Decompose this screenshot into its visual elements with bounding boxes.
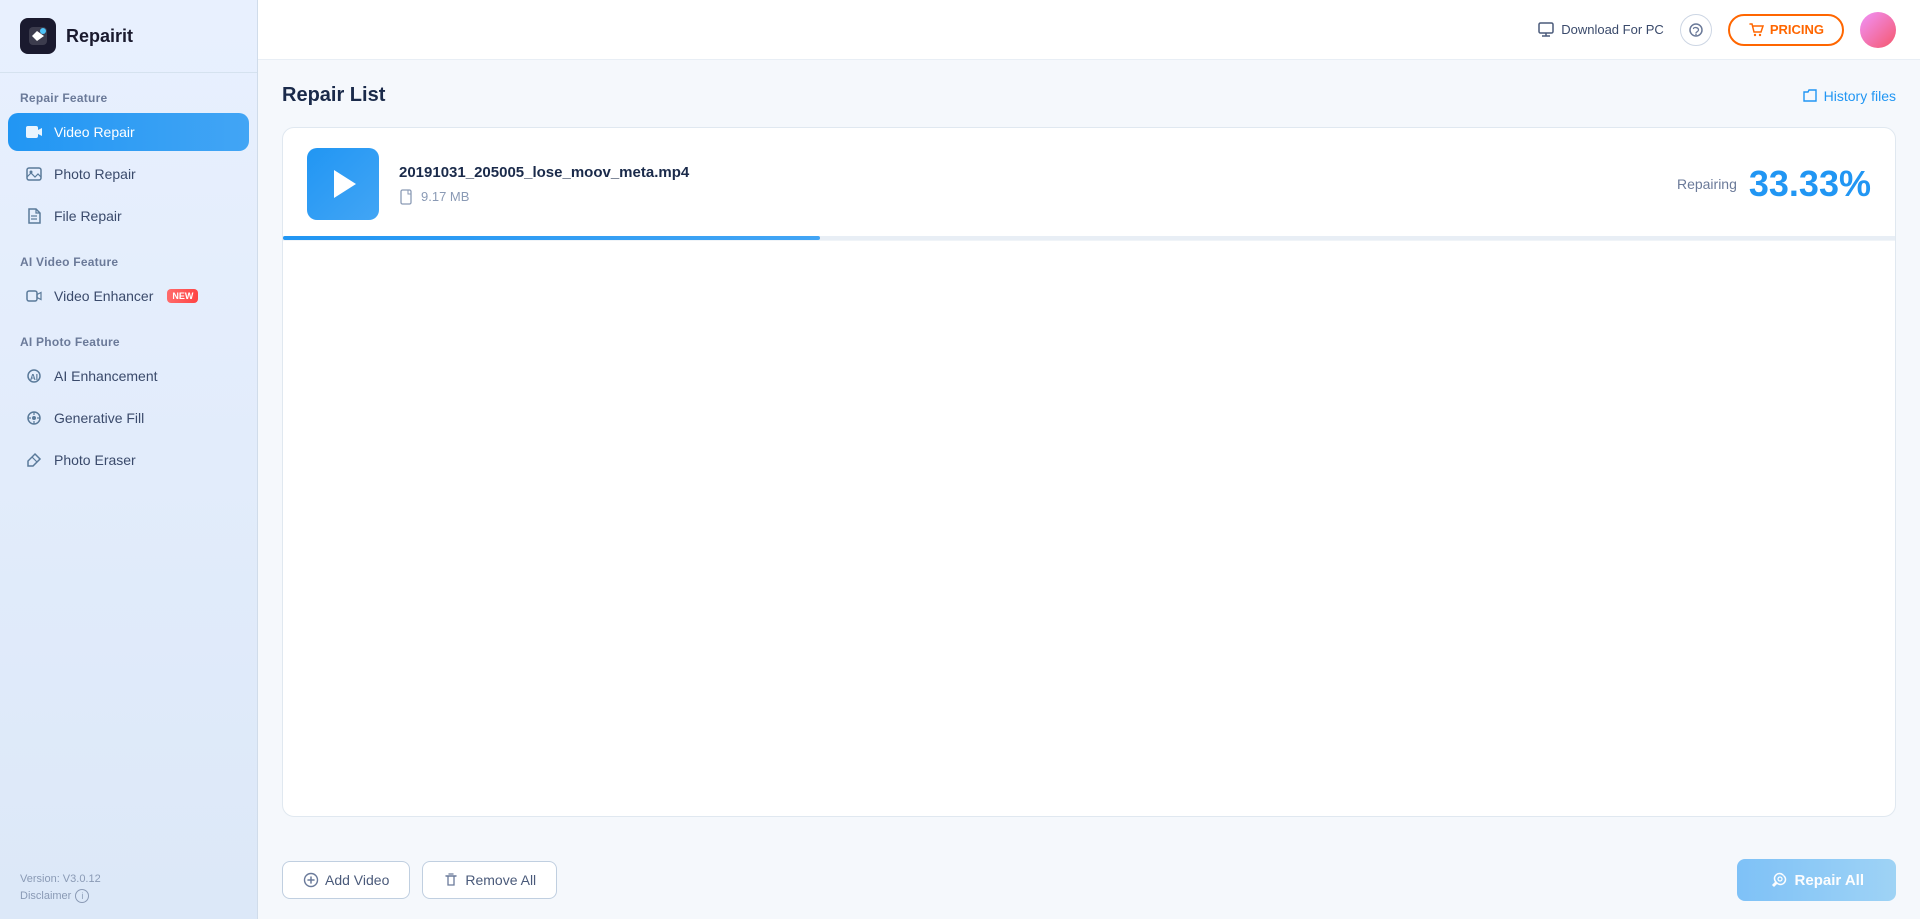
app-logo-icon [20,18,56,54]
photo-eraser-label: Photo Eraser [54,452,136,468]
sidebar-footer: Version: V3.0.12 Disclaimer i [0,857,257,919]
monitor-icon [1537,21,1555,39]
help-button[interactable] [1680,14,1712,46]
file-info: 20191031_205005_lose_moov_meta.mp4 9.17 … [399,164,1677,205]
page-title: Repair List [282,84,385,107]
trash-icon [443,872,459,888]
header: Download For PC PRICING [258,0,1920,60]
disclaimer-link[interactable]: Disclaimer i [20,889,237,903]
user-avatar[interactable] [1860,12,1896,48]
generative-fill-icon [24,408,44,428]
file-size-value: 9.17 MB [421,189,469,204]
file-repair-icon [24,206,44,226]
section-ai-video-label: AI Video Feature [0,237,257,275]
headset-icon [1688,22,1704,38]
sidebar-item-video-enhancer[interactable]: Video Enhancer NEW [8,277,249,315]
file-size-icon [399,189,415,205]
sidebar-item-video-repair[interactable]: Video Repair [8,113,249,151]
new-badge: NEW [167,289,198,303]
sidebar-item-ai-enhancement[interactable]: AI AI Enhancement [8,357,249,395]
cart-icon [1748,22,1764,38]
remove-all-label: Remove All [465,872,536,888]
sidebar-item-generative-fill[interactable]: Generative Fill [8,399,249,437]
photo-repair-icon [24,164,44,184]
content-area: Repair List History files 20191031_20500… [258,60,1920,841]
video-repair-icon [24,122,44,142]
sidebar-item-photo-eraser[interactable]: Photo Eraser [8,441,249,479]
photo-repair-label: Photo Repair [54,166,136,182]
section-ai-photo-label: AI Photo Feature [0,317,257,355]
sidebar-item-file-repair[interactable]: File Repair [8,197,249,235]
folder-icon [1802,88,1818,104]
history-files-label: History files [1824,88,1896,104]
video-enhancer-icon [24,286,44,306]
repair-all-button[interactable]: Repair All [1737,859,1896,901]
add-icon [303,872,319,888]
bottom-bar: Add Video Remove All Repair All [258,841,1920,919]
download-pc-button[interactable]: Download For PC [1537,21,1664,39]
section-repair-label: Repair Feature [0,73,257,111]
repair-list-area: 20191031_205005_lose_moov_meta.mp4 9.17 … [282,127,1896,817]
repair-percent: 33.33% [1749,163,1871,205]
history-files-link[interactable]: History files [1802,88,1896,104]
progress-bar-fill [283,236,820,240]
sidebar-item-photo-repair[interactable]: Photo Repair [8,155,249,193]
file-size: 9.17 MB [399,189,1677,205]
svg-text:AI: AI [30,373,38,382]
bottom-left-actions: Add Video Remove All [282,861,557,899]
app-name: Repairit [66,26,133,47]
add-video-button[interactable]: Add Video [282,861,410,899]
file-name: 20191031_205005_lose_moov_meta.mp4 [399,164,1677,181]
pricing-button[interactable]: PRICING [1728,14,1844,46]
version-text: Version: V3.0.12 [20,873,237,885]
photo-eraser-icon [24,450,44,470]
disclaimer-label: Disclaimer [20,890,71,902]
generative-fill-label: Generative Fill [54,410,144,426]
download-pc-label: Download For PC [1561,22,1664,37]
add-video-label: Add Video [325,872,389,888]
repairing-label: Repairing [1677,176,1737,192]
video-repair-label: Video Repair [54,124,135,140]
remove-all-button[interactable]: Remove All [422,861,557,899]
file-status: Repairing 33.33% [1677,163,1871,205]
main-content: Download For PC PRICING Repair List [258,0,1920,919]
disclaimer-info-icon: i [75,889,89,903]
file-item: 20191031_205005_lose_moov_meta.mp4 9.17 … [283,128,1895,241]
pricing-label: PRICING [1770,22,1824,37]
content-header: Repair List History files [282,84,1896,107]
repair-icon [1769,871,1787,889]
progress-bar-container [283,236,1895,240]
ai-enhancement-icon: AI [24,366,44,386]
video-enhancer-label: Video Enhancer [54,288,153,304]
play-icon [334,170,356,198]
ai-enhancement-label: AI Enhancement [54,368,158,384]
file-thumbnail [307,148,379,220]
file-repair-label: File Repair [54,208,122,224]
repair-all-label: Repair All [1795,872,1864,889]
sidebar: Repairit Repair Feature Video Repair Pho… [0,0,258,919]
logo-area: Repairit [0,0,257,73]
